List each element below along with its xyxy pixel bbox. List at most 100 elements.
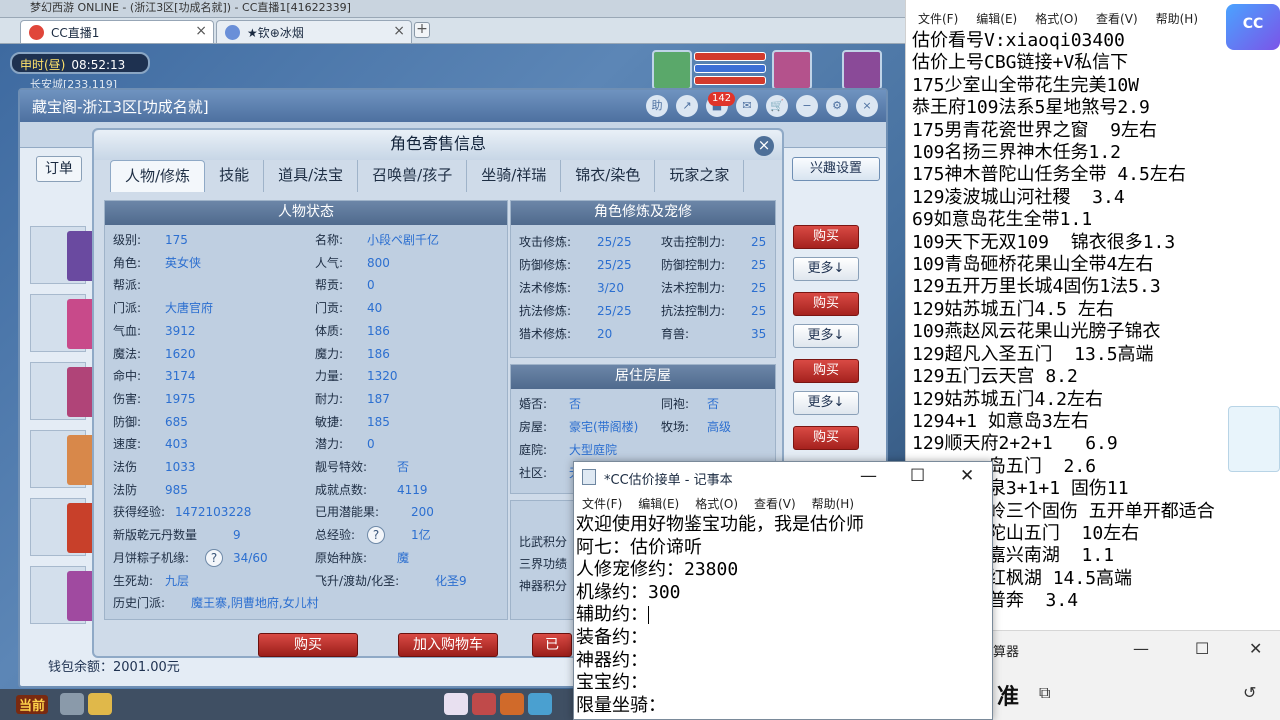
quest-icon[interactable] (500, 693, 524, 715)
order-button[interactable]: 订单 (36, 156, 82, 182)
list-item[interactable] (30, 566, 95, 624)
menu-item[interactable]: 查看(V) (754, 497, 796, 511)
buy-button[interactable]: 购买 (258, 633, 358, 657)
close-icon[interactable]: × (195, 23, 207, 39)
menu-item[interactable]: 帮助(H) (1156, 12, 1198, 26)
menu-item[interactable]: 文件(F) (582, 497, 622, 511)
status-value: 小段ペ剧千亿 (367, 233, 440, 247)
menu-item[interactable]: 编辑(E) (976, 12, 1017, 26)
close-icon[interactable]: ✕ (960, 466, 974, 486)
buy-button[interactable]: 购买 (793, 292, 859, 316)
artifact-score-label: 神器积分 (519, 579, 568, 593)
new-tab-button[interactable]: + (414, 22, 430, 38)
close-icon[interactable]: ✕ (1249, 639, 1262, 658)
tab-player[interactable]: ★钦⊕冰烟 × (216, 20, 412, 43)
list-item[interactable] (30, 498, 95, 556)
text-line: 辅助约： (576, 604, 649, 626)
status-row: 敏捷: 185 (315, 411, 390, 433)
history-icon[interactable]: ↺ (1243, 683, 1256, 702)
grid-key: 攻击控制力: (661, 235, 726, 249)
item-icon[interactable] (472, 693, 496, 715)
help-icon[interactable]: ? (205, 548, 223, 567)
menu-item[interactable]: 查看(V) (1096, 12, 1138, 26)
status-key: 级别: (113, 233, 142, 247)
list-item[interactable] (30, 294, 95, 352)
buy-button[interactable]: 购买 (793, 225, 859, 249)
help-button[interactable]: 助 (646, 95, 668, 117)
cultivation-panel-title: 角色修炼及宠修 (511, 201, 775, 225)
status-row: 帮派: (113, 274, 141, 296)
list-item[interactable] (30, 430, 95, 488)
notepad-menu: 文件(F) 编辑(E) 格式(O) 查看(V) 帮助(H) (906, 0, 1280, 30)
menu-item[interactable]: 格式(O) (1035, 12, 1078, 26)
notepad-text-area[interactable]: 欢迎使用好物鉴宝功能，我是估价师 阿七：估价谛听 人修宠修约：23800 机缘约：30… (576, 514, 992, 719)
cbg-title-bar: 藏宝阁-浙江3区[功成名就] 助 ↗ ■ ✉ 142 🛒 − ⚙ × (20, 90, 886, 122)
buy-button[interactable]: 购买 (793, 426, 859, 450)
grid-value: 25 (751, 304, 767, 318)
message-icon[interactable]: ✉ (736, 95, 758, 117)
status-key: 防御: (113, 414, 142, 429)
status-row: 已用潜能果: 200 (315, 501, 434, 523)
tab-home[interactable]: 玩家之家 (655, 160, 745, 192)
minimize-icon[interactable]: — (1133, 639, 1149, 658)
status-row: 总经验: 1亿? (315, 524, 431, 546)
add-to-cart-button[interactable]: 加入购物车 (398, 633, 498, 657)
list-item[interactable] (30, 362, 95, 420)
desktop-widget[interactable] (1228, 406, 1280, 472)
dialog-extra-button[interactable]: 已 (532, 633, 572, 657)
status-value: 186 (367, 323, 390, 338)
status-row: 历史门派: 魔王寨,阴曹地府,女儿村 (113, 592, 319, 614)
interest-settings-button[interactable]: 兴趣设置 (792, 157, 880, 181)
tab-items[interactable]: 道具/法宝 (264, 160, 359, 192)
tab-character[interactable]: 人物/修炼 (110, 160, 206, 192)
status-value: 化圣9 (435, 573, 467, 588)
menu-item[interactable]: 帮助(H) (812, 497, 854, 511)
status-row: 月饼粽子机缘: 34/60? (113, 547, 268, 569)
status-key: 月饼粽子机缘: (113, 550, 190, 565)
current-channel-label[interactable]: 当前 (16, 695, 49, 714)
grid-value: 20 (597, 327, 613, 341)
more-button[interactable]: 更多↓ (793, 257, 859, 281)
cart-icon[interactable]: 🛒 (766, 95, 788, 117)
role-portrait (67, 367, 95, 417)
menu-item[interactable]: 文件(F) (918, 12, 958, 26)
buy-button[interactable]: 购买 (793, 359, 859, 383)
text-line: 109青岛砸桥花果山全带4左右 (912, 254, 1154, 276)
tab-skills[interactable]: 技能 (205, 160, 265, 192)
tab-cc-live[interactable]: CC直播1 × (20, 20, 214, 43)
calculator-mode: 准 (997, 685, 1020, 710)
keep-on-top-icon[interactable]: ⧉ (1039, 683, 1050, 703)
status-value: 九层 (165, 573, 190, 588)
help-icon[interactable]: ? (367, 526, 385, 545)
pet-icon[interactable] (444, 693, 468, 715)
team-icon[interactable] (528, 693, 552, 715)
menu-item[interactable]: 编辑(E) (638, 497, 679, 511)
pet-avatar[interactable] (652, 50, 692, 90)
more-button[interactable]: 更多↓ (793, 324, 859, 348)
team-avatar[interactable] (842, 50, 882, 90)
menu-item[interactable]: 格式(O) (695, 497, 738, 511)
maximize-icon[interactable]: ☐ (910, 466, 925, 486)
more-button[interactable]: 更多↓ (793, 391, 859, 415)
emoji-icon[interactable] (88, 693, 112, 715)
tab-mounts[interactable]: 坐骑/祥瑞 (467, 160, 562, 192)
status-value: 英女侠 (165, 255, 202, 270)
close-icon[interactable]: × (393, 23, 405, 39)
player-avatar[interactable] (772, 50, 812, 90)
close-icon[interactable]: × (856, 95, 878, 117)
status-key: 魔法: (113, 346, 142, 361)
minimize-icon[interactable]: − (796, 95, 818, 117)
tab-outfits[interactable]: 锦衣/染色 (561, 160, 656, 192)
minimize-icon[interactable]: — (860, 466, 877, 486)
status-value: 大唐官府 (165, 301, 214, 316)
status-key: 命中: (113, 369, 142, 384)
close-icon[interactable]: × (754, 136, 774, 156)
share-icon[interactable]: ↗ (676, 95, 698, 117)
status-row: 魔力: 186 (315, 343, 390, 365)
mic-icon[interactable] (60, 693, 84, 715)
status-value: 185 (367, 414, 390, 429)
tab-pets[interactable]: 召唤兽/孩子 (358, 160, 468, 192)
settings-icon[interactable]: ⚙ (826, 95, 848, 117)
list-item[interactable] (30, 226, 95, 284)
maximize-icon[interactable]: ☐ (1195, 639, 1209, 658)
